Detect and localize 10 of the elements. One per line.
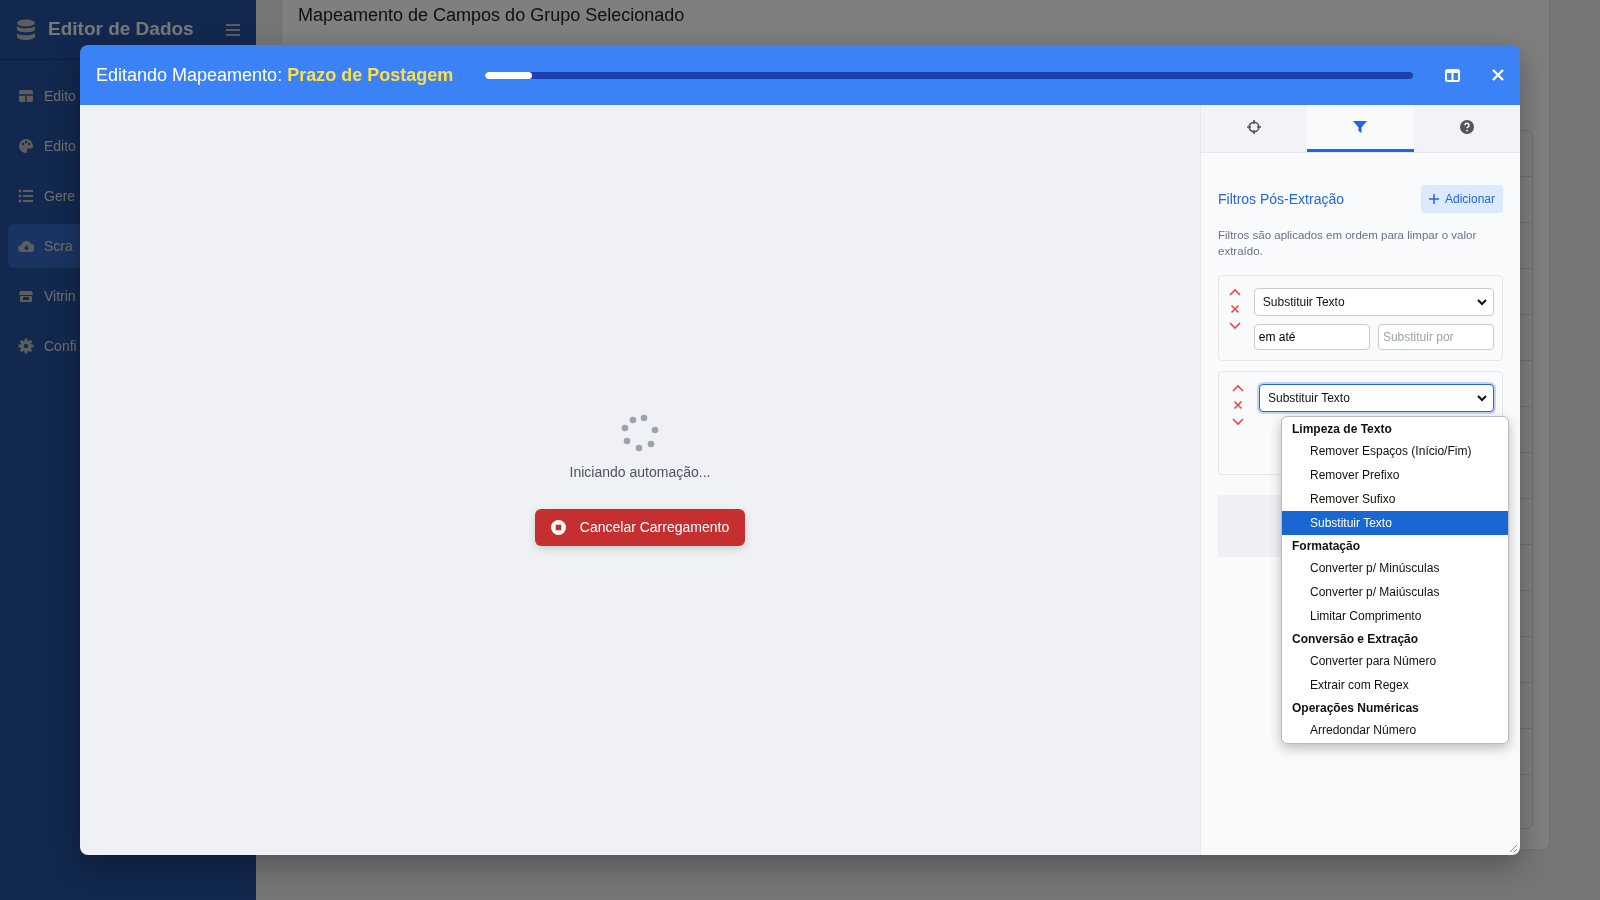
- modal-title: Editando Mapeamento: Prazo de Postagem: [96, 63, 454, 87]
- app-title: Editor de Dados: [48, 17, 195, 42]
- option-group-label: Operações Numéricas: [1291, 700, 1420, 717]
- option-group-label: Limpeza de Texto: [1291, 421, 1393, 438]
- loading-message: Iniciando automação...: [569, 463, 711, 482]
- page-heading: Mapeamento de Campos do Grupo Selecionado: [298, 4, 686, 27]
- option-group-label: Conversão e Extração: [1291, 631, 1420, 648]
- section-title: Filtros Pós-Extração: [1218, 189, 1345, 209]
- option-group-label: Formatação: [1291, 538, 1362, 555]
- section-description: Filtros são aplicados em ordem para limpar o valor extraído.: [1218, 228, 1478, 259]
